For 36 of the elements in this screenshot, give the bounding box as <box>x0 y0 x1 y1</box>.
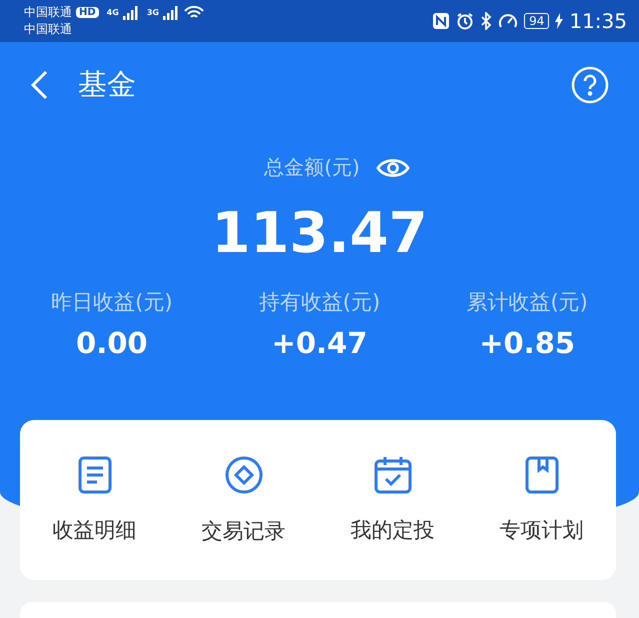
action-item[interactable]: 专项计划 <box>472 456 612 544</box>
page-title: 基金 <box>78 66 136 103</box>
stat-label: 昨日收益(元) <box>51 289 173 316</box>
bluetooth-icon <box>480 12 492 30</box>
stat-label: 持有收益(元) <box>258 289 380 316</box>
nfc-icon <box>432 12 450 30</box>
network-type: 3G <box>146 8 159 17</box>
hd-badge: HD <box>76 7 99 18</box>
document-icon <box>78 456 112 494</box>
network-type: 4G <box>106 8 119 17</box>
carrier-name: 中国联通 <box>24 21 73 38</box>
stat-value: +0.47 <box>272 326 368 360</box>
stat-value: 0.00 <box>76 326 148 360</box>
stat-label: 累计收益(元) <box>466 289 588 316</box>
total-label: 总金额(元) <box>264 154 360 181</box>
alarm-icon <box>456 12 474 30</box>
carrier-name: 中国联通 <box>24 4 72 21</box>
bookmark-book-icon <box>524 456 558 494</box>
action-item[interactable]: 收益明细 <box>24 456 164 544</box>
action-item[interactable]: 交易记录 <box>174 455 314 545</box>
action-item[interactable]: 我的定投 <box>322 456 462 544</box>
charging-icon <box>555 13 564 29</box>
clock-time: 11:35 <box>569 9 627 33</box>
back-icon <box>30 70 48 100</box>
signal-icon <box>162 6 179 20</box>
speed-icon <box>498 12 518 30</box>
diamond-circle-icon <box>224 455 264 495</box>
help-button[interactable] <box>571 66 609 104</box>
signal-icon <box>122 6 139 20</box>
back-button[interactable] <box>30 70 48 100</box>
calendar-icon <box>374 456 412 494</box>
help-icon <box>571 66 609 104</box>
wifi-icon <box>182 4 205 20</box>
total-amount: 113.47 <box>210 201 429 266</box>
battery-level: 94 <box>524 13 550 29</box>
stat-value: +0.85 <box>479 326 576 360</box>
